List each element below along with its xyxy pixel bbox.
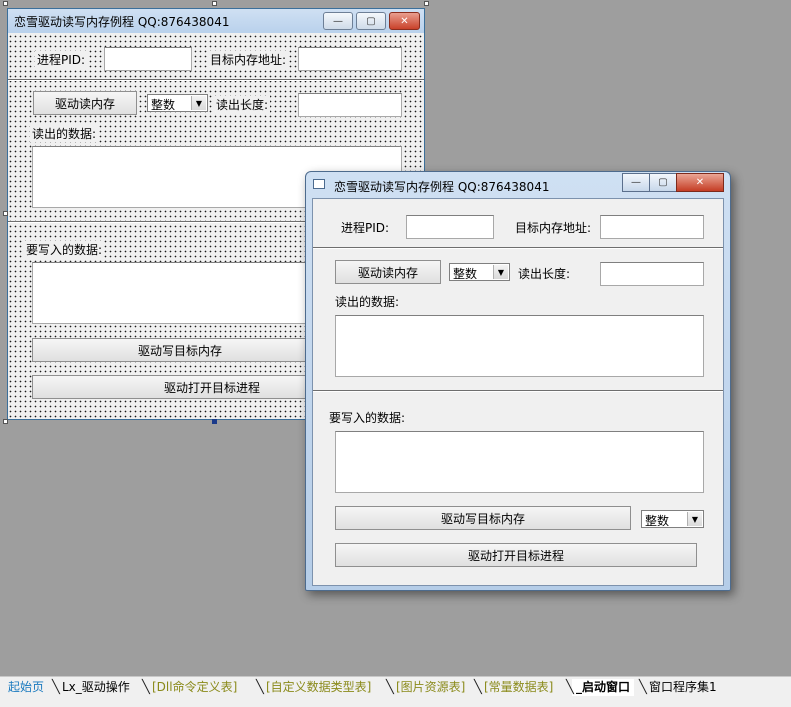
read-memory-button[interactable]: 驱动读内存 <box>335 260 441 284</box>
separator <box>8 79 424 81</box>
read-length-label: 读出长度: <box>214 96 271 113</box>
resize-handle[interactable] <box>3 1 8 6</box>
read-data-label: 读出的数据: <box>30 125 99 142</box>
address-input[interactable] <box>298 47 402 71</box>
restore-icon[interactable]: ▢ <box>356 12 386 30</box>
address-label: 目标内存地址: <box>208 51 289 68</box>
read-data-label: 读出的数据: <box>333 293 402 310</box>
tab-1[interactable]: Lx_驱动操作 <box>58 679 134 696</box>
restore-icon[interactable]: ▢ <box>649 173 677 192</box>
write-data-label: 要写入的数据: <box>24 241 105 258</box>
tab-divider: ╲ <box>566 680 574 695</box>
address-input[interactable] <box>600 215 704 239</box>
tab-4[interactable]: [图片资源表] <box>392 679 469 696</box>
tab-divider: ╲ <box>256 680 264 695</box>
tab-divider: ╲ <box>386 680 394 695</box>
tab-0[interactable]: 起始页 <box>4 679 48 696</box>
write-type-combo[interactable]: 整数 ▼ <box>641 510 704 528</box>
preview-window-title: 恋雪驱动读写内存例程 QQ:876438041 <box>334 180 550 194</box>
separator <box>313 390 723 392</box>
pid-input[interactable] <box>104 47 192 71</box>
tab-3[interactable]: [自定义数据类型表] <box>262 679 375 696</box>
resize-handle[interactable] <box>3 419 8 424</box>
pid-label: 进程PID: <box>35 51 88 68</box>
open-process-button[interactable]: 驱动打开目标进程 <box>335 543 697 567</box>
write-data-textarea[interactable] <box>335 431 704 493</box>
address-label: 目标内存地址: <box>513 219 594 236</box>
minimize-icon[interactable]: — <box>323 12 353 30</box>
tab-2[interactable]: [Dll命令定义表] <box>148 679 241 696</box>
app-icon <box>313 179 325 189</box>
minimize-icon[interactable]: — <box>622 173 650 192</box>
tab-7[interactable]: 窗口程序集1 <box>645 679 721 696</box>
write-data-label: 要写入的数据: <box>327 409 408 426</box>
pid-label: 进程PID: <box>339 219 392 236</box>
tab-6[interactable]: _启动窗口 <box>572 679 635 696</box>
design-form-titlebar[interactable]: 恋雪驱动读写内存例程 QQ:876438041 — ▢ ✕ <box>8 9 424 33</box>
tab-divider: ╲ <box>639 680 647 695</box>
design-form-title: 恋雪驱动读写内存例程 QQ:876438041 <box>14 15 230 29</box>
resize-handle-selected[interactable] <box>212 419 217 424</box>
chevron-down-icon[interactable]: ▼ <box>493 265 508 279</box>
tab-divider: ╲ <box>474 680 482 695</box>
read-length-input[interactable] <box>298 93 402 117</box>
close-icon[interactable]: ✕ <box>389 12 420 30</box>
read-type-value: 整数 <box>151 98 176 112</box>
read-type-value: 整数 <box>453 267 478 281</box>
read-type-combo[interactable]: 整数 ▼ <box>449 263 510 281</box>
read-type-combo[interactable]: 整数 ▼ <box>147 94 208 112</box>
close-icon[interactable]: ✕ <box>676 173 724 192</box>
preview-client-area: 进程PID: 目标内存地址: 驱动读内存 整数 ▼ 读出长度: 读出的数据: 要… <box>312 198 724 586</box>
write-type-value: 整数 <box>645 514 670 528</box>
chevron-down-icon[interactable]: ▼ <box>191 96 206 110</box>
write-memory-button[interactable]: 驱动写目标内存 <box>32 338 328 362</box>
tab-divider: ╲ <box>52 680 60 695</box>
read-memory-button[interactable]: 驱动读内存 <box>33 91 137 115</box>
chevron-down-icon[interactable]: ▼ <box>687 512 702 526</box>
resize-handle[interactable] <box>3 211 8 216</box>
pid-input[interactable] <box>406 215 494 239</box>
write-memory-button[interactable]: 驱动写目标内存 <box>335 506 631 530</box>
resize-handle[interactable] <box>424 1 429 6</box>
separator <box>313 247 723 249</box>
read-data-textarea[interactable] <box>335 315 704 377</box>
tab-divider: ╲ <box>142 680 150 695</box>
resize-handle[interactable] <box>212 1 217 6</box>
tab-5[interactable]: [常量数据表] <box>480 679 557 696</box>
read-length-label: 读出长度: <box>516 265 573 282</box>
preview-window[interactable]: 恋雪驱动读写内存例程 QQ:876438041 — ▢ ✕ 进程PID: 目标内… <box>305 171 731 591</box>
read-length-input[interactable] <box>600 262 704 286</box>
tab-bar: 起始页 Lx_驱动操作 ╲ [Dll命令定义表] ╲ [自定义数据类型表] ╲ [图片资源表]… <box>0 676 791 707</box>
